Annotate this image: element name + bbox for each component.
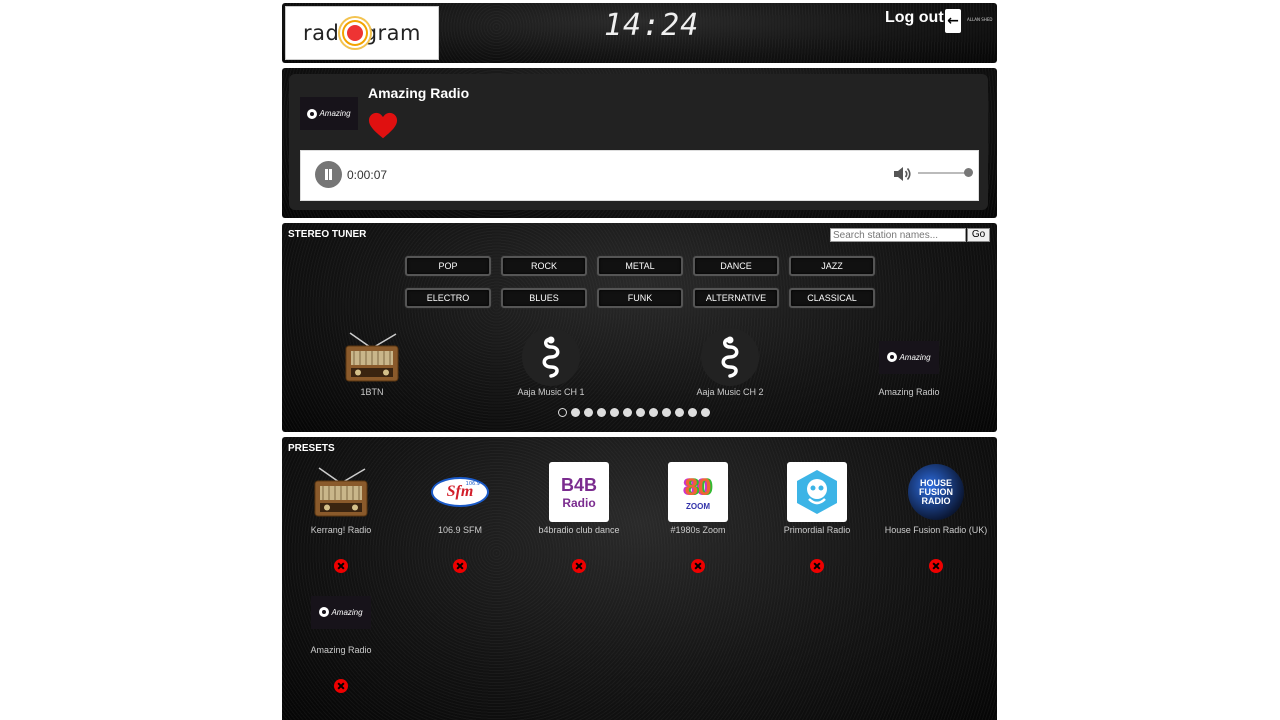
b4b-logo: B4B Radio: [549, 462, 609, 522]
genre-button-metal[interactable]: METAL: [597, 256, 683, 276]
tuner-title: STEREO TUNER: [288, 229, 367, 240]
carousel-dot[interactable]: [610, 408, 619, 417]
audio-player: 0:00:07: [300, 150, 979, 201]
carousel-dot[interactable]: [675, 408, 684, 417]
stereo-tuner-panel: STEREO TUNER Go POP ROCK METAL DANCE JAZ…: [282, 223, 997, 432]
now-playing-title: Amazing Radio: [368, 85, 470, 101]
amazing-logo: Amazing: [879, 340, 939, 374]
remove-icon[interactable]: [572, 559, 586, 573]
user-tiny-label: ALLAN SHED: [967, 17, 993, 22]
preset-item[interactable]: Primordial Radio: [758, 462, 876, 573]
genre-button-jazz[interactable]: JAZZ: [789, 256, 875, 276]
carousel-dot[interactable]: [701, 408, 710, 417]
logo-o-icon: [346, 25, 363, 41]
station-search-input[interactable]: [830, 228, 966, 242]
preset-item[interactable]: Kerrang! Radio: [282, 462, 400, 573]
sfm-logo: Sfm 106.9: [430, 462, 490, 522]
carousel-dot[interactable]: [688, 408, 697, 417]
player-card: Amazing Amazing Radio 0:00:07: [289, 74, 988, 210]
house-fusion-logo: HOUSE FUSION RADIO: [906, 462, 966, 522]
snake-icon: [522, 328, 580, 386]
remove-icon[interactable]: [929, 559, 943, 573]
primordial-logo: [787, 462, 847, 522]
remove-icon[interactable]: [334, 679, 348, 693]
carousel-dot[interactable]: [623, 408, 632, 417]
volume-slider[interactable]: [918, 172, 970, 174]
carousel-dot[interactable]: [571, 408, 580, 417]
now-playing-panel: Amazing Amazing Radio 0:00:07: [282, 68, 997, 218]
logo-text-right: gram: [363, 21, 421, 45]
snake-icon: [701, 328, 759, 386]
logout-link[interactable]: Log out: [885, 9, 944, 27]
tuner-station-card[interactable]: 1BTN: [307, 329, 437, 397]
presets-title: PRESETS: [288, 443, 335, 454]
vintage-radio-icon: [342, 329, 402, 385]
preset-item[interactable]: B4B Radio b4bradio club dance: [520, 462, 638, 573]
elapsed-time: 0:00:07: [347, 168, 388, 182]
preset-item[interactable]: HOUSE FUSION RADIO House Fusion Radio (U…: [877, 462, 995, 573]
carousel-dot[interactable]: [636, 408, 645, 417]
volume-icon[interactable]: [893, 165, 913, 183]
genre-button-classical[interactable]: CLASSICAL: [789, 288, 875, 308]
preset-label: Amazing Radio: [310, 645, 372, 655]
preset-label: 106.9 SFM: [437, 525, 483, 535]
preset-item[interactable]: Amazing Amazing Radio: [282, 582, 400, 693]
station-label: Amazing Radio: [878, 387, 940, 397]
genre-button-blues[interactable]: BLUES: [501, 288, 587, 308]
genre-button-pop[interactable]: POP: [405, 256, 491, 276]
preset-label: House Fusion Radio (UK): [884, 525, 988, 535]
heart-icon[interactable]: [368, 111, 398, 141]
carousel-dot[interactable]: [662, 408, 671, 417]
pause-button[interactable]: [315, 161, 342, 188]
preset-label: Primordial Radio: [783, 525, 851, 535]
remove-icon[interactable]: [810, 559, 824, 573]
preset-item[interactable]: Sfm 106.9 106.9 SFM: [401, 462, 519, 573]
preset-label: Kerrang! Radio: [310, 525, 372, 535]
arrow-left-icon[interactable]: ←: [945, 9, 961, 33]
preset-item[interactable]: 80 ZOOM #1980s Zoom: [639, 462, 757, 573]
genre-button-funk[interactable]: FUNK: [597, 288, 683, 308]
station-label: 1BTN: [360, 387, 384, 397]
logo-text-left: radi: [303, 21, 346, 45]
genre-button-electro[interactable]: ELECTRO: [405, 288, 491, 308]
genre-button-alternative[interactable]: ALTERNATIVE: [693, 288, 779, 308]
now-playing-logo: Amazing: [300, 97, 358, 130]
carousel-pagination: [558, 408, 710, 417]
remove-icon[interactable]: [334, 559, 348, 573]
genre-button-rock[interactable]: ROCK: [501, 256, 587, 276]
remove-icon[interactable]: [691, 559, 705, 573]
vintage-radio-icon: [311, 462, 371, 522]
amazing-logo: Amazing: [311, 582, 371, 642]
station-label: Aaja Music CH 1: [517, 387, 585, 397]
carousel-dot[interactable]: [558, 408, 567, 417]
remove-icon[interactable]: [453, 559, 467, 573]
search-go-button[interactable]: Go: [967, 228, 990, 242]
tuner-station-card[interactable]: Aaja Music CH 2: [665, 328, 795, 397]
clock: 14:24: [604, 8, 700, 43]
station-label: Aaja Music CH 2: [696, 387, 764, 397]
presets-panel: PRESETS Kerrang! Radio Sfm 106.9 106.9 S…: [282, 437, 997, 720]
tuner-station-card[interactable]: Amazing Amazing Radio: [844, 329, 974, 397]
volume-slider-knob[interactable]: [964, 168, 973, 177]
preset-label: b4bradio club dance: [538, 525, 620, 535]
carousel-dot[interactable]: [597, 408, 606, 417]
tuner-station-card[interactable]: Aaja Music CH 1: [486, 328, 616, 397]
80s-logo: 80 ZOOM: [668, 462, 728, 522]
genre-button-dance[interactable]: DANCE: [693, 256, 779, 276]
app-logo[interactable]: radi gram: [285, 6, 439, 60]
preset-label: #1980s Zoom: [670, 525, 726, 535]
header-bar: radi gram 14:24 Log out ← ALLAN SHED: [282, 3, 997, 63]
carousel-dot[interactable]: [649, 408, 658, 417]
carousel-dot[interactable]: [584, 408, 593, 417]
